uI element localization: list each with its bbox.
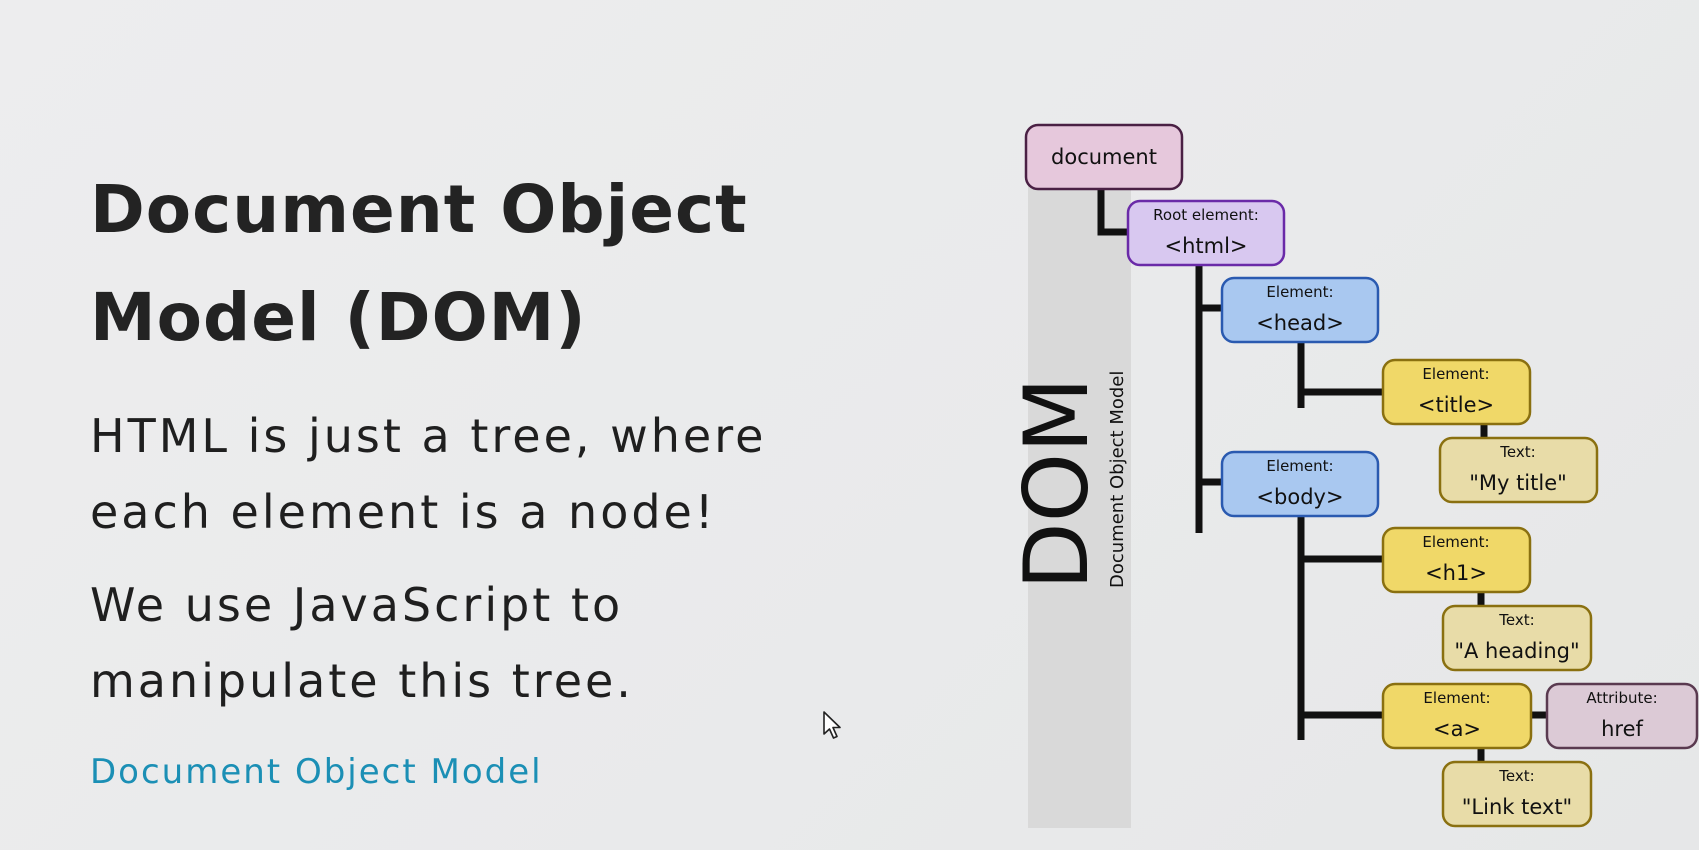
node-title-text-kind: Text: xyxy=(1499,443,1535,461)
node-head: Element: <head> xyxy=(1220,276,1380,344)
connector-body-children xyxy=(1297,515,1383,740)
node-title-kind: Element: xyxy=(1422,365,1489,383)
dom-tree-diagram: DOM Document Object Model document Root … xyxy=(1005,123,1699,828)
node-href-attribute-kind: Attribute: xyxy=(1586,689,1657,707)
node-title-text-label: "My title" xyxy=(1469,471,1567,495)
node-title-text: Text: "My title" xyxy=(1438,436,1599,504)
node-a-kind: Element: xyxy=(1423,689,1490,707)
node-html-label: <html> xyxy=(1164,234,1247,258)
node-link-text-kind: Text: xyxy=(1498,767,1534,785)
node-document-label: document xyxy=(1051,145,1157,169)
node-body: Element: <body> xyxy=(1220,450,1380,518)
node-href-attribute: Attribute: href xyxy=(1545,682,1699,750)
node-h1: Element: <h1> xyxy=(1381,526,1532,594)
node-html-kind: Root element: xyxy=(1153,206,1259,224)
node-head-kind: Element: xyxy=(1266,283,1333,301)
node-h1-text-label: "A heading" xyxy=(1454,639,1579,663)
node-href-attribute-label: href xyxy=(1601,717,1643,741)
node-body-kind: Element: xyxy=(1266,457,1333,475)
node-title: Element: <title> xyxy=(1381,358,1532,426)
node-title-label: <title> xyxy=(1418,393,1494,417)
node-h1-label: <h1> xyxy=(1425,561,1487,585)
node-a-label: <a> xyxy=(1433,717,1481,741)
node-body-label: <body> xyxy=(1256,485,1343,509)
node-head-label: <head> xyxy=(1256,311,1344,335)
dom-side-label-small: Document Object Model xyxy=(1107,371,1128,588)
node-html: Root element: <html> xyxy=(1126,199,1286,267)
connector-head-title xyxy=(1297,340,1383,408)
dom-side-label-big: DOM xyxy=(1005,377,1108,590)
node-h1-text: Text: "A heading" xyxy=(1441,604,1593,672)
node-link-text-label: "Link text" xyxy=(1462,795,1572,819)
node-link-text: Text: "Link text" xyxy=(1441,760,1593,828)
node-document: document xyxy=(1024,123,1184,191)
node-h1-kind: Element: xyxy=(1422,533,1489,551)
node-h1-text-kind: Text: xyxy=(1498,611,1534,629)
node-a: Element: <a> xyxy=(1381,682,1533,750)
